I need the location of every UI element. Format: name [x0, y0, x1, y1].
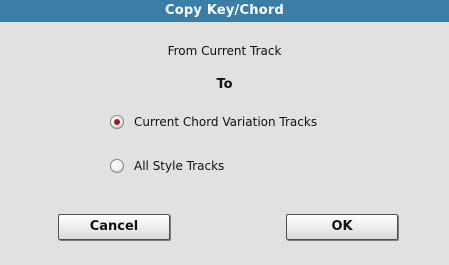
- to-label: To: [216, 77, 233, 92]
- copy-key-chord-dialog: Copy Key/Chord From Current Track To Cur…: [0, 0, 449, 265]
- option-all-style-tracks[interactable]: All Style Tracks: [110, 157, 224, 175]
- option-label: Current Chord Variation Tracks: [134, 115, 318, 129]
- radio-button-icon[interactable]: [110, 159, 124, 173]
- from-label: From Current Track: [167, 44, 282, 58]
- dialog-title: Copy Key/Chord: [0, 0, 449, 22]
- radio-button-selected-icon[interactable]: [110, 115, 124, 129]
- option-current-chord-variation-tracks[interactable]: Current Chord Variation Tracks: [110, 113, 317, 131]
- option-label: All Style Tracks: [134, 159, 225, 173]
- cancel-button[interactable]: Cancel: [58, 214, 170, 240]
- ok-button[interactable]: OK: [286, 214, 398, 240]
